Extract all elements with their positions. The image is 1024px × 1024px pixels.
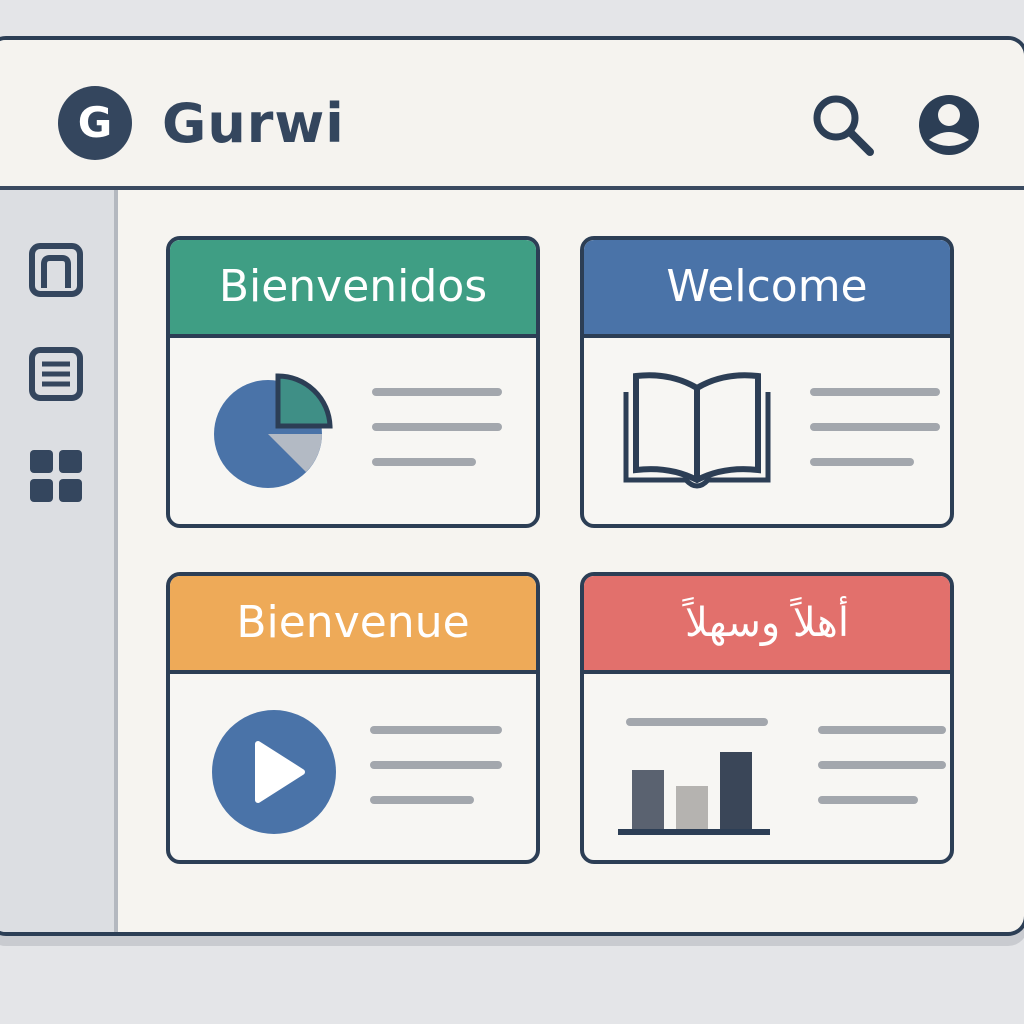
logo-icon[interactable]: G: [58, 86, 132, 160]
grid-icon: [30, 450, 82, 502]
pie-chart-icon: [214, 373, 333, 488]
card-visual: [622, 366, 772, 496]
sidebar-item-grid[interactable]: [28, 448, 84, 504]
welcome-card-english[interactable]: Welcome: [580, 236, 954, 528]
bar-chart-icon: [618, 718, 770, 835]
user-icon: [919, 95, 979, 155]
sidebar: [0, 190, 118, 932]
text-placeholder: [818, 726, 950, 831]
card-header: أهلاً وسهلاً: [584, 576, 950, 674]
sidebar-item-home[interactable]: [28, 242, 84, 298]
card-header: Bienvenidos: [170, 240, 536, 338]
text-placeholder: [370, 726, 506, 831]
open-book-icon: [623, 372, 771, 489]
text-placeholder: [810, 388, 946, 493]
welcome-card-french[interactable]: Bienvenue: [166, 572, 540, 864]
home-icon: [29, 243, 83, 297]
top-header: G Gurwi: [0, 40, 1024, 190]
sidebar-item-list[interactable]: [28, 346, 84, 402]
list-icon: [29, 347, 83, 401]
app-window: G Gurwi Bienvenidos Welcome Bienvenue أه…: [0, 36, 1024, 936]
card-header: Bienvenue: [170, 576, 536, 674]
card-visual: [618, 716, 778, 846]
card-visual: [208, 366, 358, 496]
card-header: Welcome: [584, 240, 950, 338]
welcome-card-arabic[interactable]: أهلاً وسهلاً: [580, 572, 954, 864]
app-title: Gurwi: [162, 92, 345, 155]
welcome-card-spanish[interactable]: Bienvenidos: [166, 236, 540, 528]
card-visual: [212, 710, 362, 840]
account-button[interactable]: [914, 90, 984, 160]
text-placeholder: [372, 388, 508, 493]
search-button[interactable]: [808, 90, 878, 160]
play-icon: [212, 710, 336, 834]
search-icon: [813, 95, 874, 156]
